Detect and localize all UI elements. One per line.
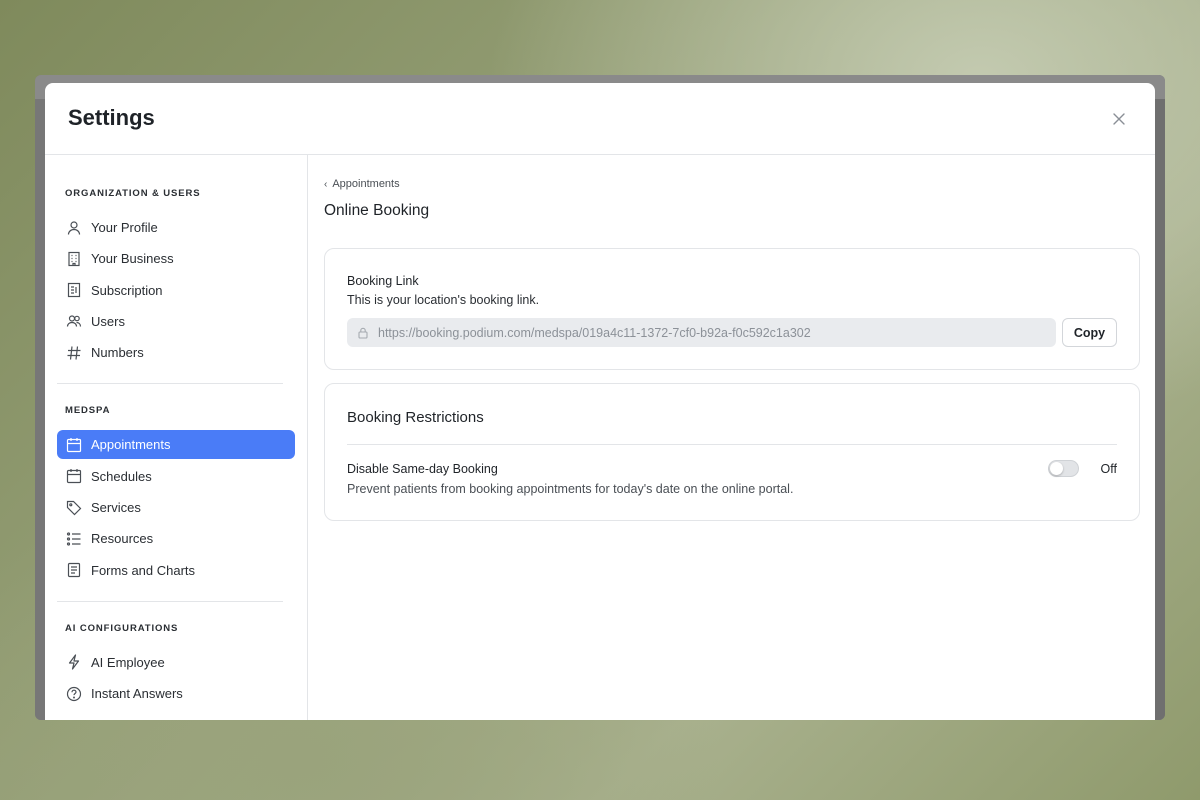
lock-icon: [357, 327, 369, 339]
sidebar-item-subscription[interactable]: Subscription: [57, 276, 295, 305]
sidebar-item-forms-and-charts[interactable]: Forms and Charts: [57, 556, 295, 585]
sidebar-item-label: Numbers: [91, 345, 144, 361]
sidebar-item-your-business[interactable]: Your Business: [57, 244, 295, 273]
list-icon: [65, 530, 83, 548]
sidebar-item-your-profile[interactable]: Your Profile: [57, 213, 295, 242]
sidebar-item-schedules[interactable]: Schedules: [57, 462, 295, 491]
sidebar-item-label: Resources: [91, 531, 154, 547]
sidebar-item-label: Your Profile: [91, 220, 158, 235]
close-icon: [1113, 113, 1125, 125]
toggle-state-label: Off: [1100, 462, 1117, 476]
sidebar-item-label: Forms and Charts: [91, 562, 196, 578]
same-day-booking-toggle[interactable]: [1048, 460, 1079, 477]
sidebar-item-label: Schedules: [91, 468, 152, 484]
booking-link-card: Booking Link This is your location's boo…: [324, 248, 1140, 370]
receipt-icon: [65, 281, 83, 299]
sidebar-section-ai: AI CONFIGURATIONS AI Employee Instant An…: [45, 602, 307, 708]
sidebar-item-label: AI Employee: [91, 654, 165, 670]
breadcrumb-label: Appointments: [332, 178, 400, 190]
sidebar-item-label: Appointments: [91, 437, 171, 453]
sidebar-section-organization: ORGANIZATION & USERS Your Profile Your B…: [45, 155, 307, 367]
booking-link-url: https://booking.podium.com/medspa/019a4c…: [378, 325, 811, 340]
sidebar-item-label: Subscription: [91, 282, 163, 298]
booking-restrictions-card: Booking Restrictions Disable Same-day Bo…: [324, 383, 1140, 521]
sidebar-item-label: Users: [91, 313, 125, 329]
building-icon: [65, 250, 83, 268]
copy-button[interactable]: Copy: [1062, 318, 1117, 347]
tag-icon: [65, 499, 83, 517]
close-button[interactable]: [1111, 111, 1127, 127]
sidebar-item-numbers[interactable]: Numbers: [57, 338, 295, 367]
booking-restrictions-title: Booking Restrictions: [347, 409, 484, 426]
sidebar-item-resources[interactable]: Resources: [57, 524, 295, 553]
sidebar-item-ai-employee[interactable]: AI Employee: [57, 648, 295, 677]
modal-title: Settings: [68, 105, 155, 130]
lightning-icon: [65, 653, 83, 671]
hash-icon: [65, 344, 83, 362]
sidebar-section-title: AI CONFIGURATIONS: [65, 622, 179, 634]
sidebar-section-title: MEDSPA: [65, 405, 111, 417]
same-day-booking-description: Prevent patients from booking appointmen…: [347, 482, 794, 496]
users-icon: [65, 312, 83, 330]
card-divider: [347, 444, 1117, 445]
page-title: Online Booking: [324, 202, 430, 219]
sidebar-item-services[interactable]: Services: [57, 493, 295, 522]
sidebar-section-medspa: MEDSPA Appointments Schedules Services R…: [45, 384, 307, 584]
settings-content: ‹ Appointments Online Booking Booking Li…: [309, 155, 1155, 720]
settings-modal: Settings ORGANIZATION & USERS Your Profi…: [45, 83, 1155, 720]
modal-header: Settings: [45, 83, 1155, 155]
user-icon: [65, 219, 83, 237]
question-circle-icon: [65, 685, 83, 703]
chevron-left-icon: ‹: [324, 178, 328, 190]
sidebar-item-users[interactable]: Users: [57, 307, 295, 336]
sidebar-item-instant-answers[interactable]: Instant Answers: [57, 679, 295, 708]
sidebar-section-title: ORGANIZATION & USERS: [65, 188, 201, 199]
calendar-icon: [65, 436, 83, 454]
breadcrumb[interactable]: ‹ Appointments: [324, 178, 400, 190]
document-icon: [65, 561, 83, 579]
sidebar-item-label: Services: [91, 500, 141, 516]
settings-sidebar: ORGANIZATION & USERS Your Profile Your B…: [45, 155, 308, 720]
sidebar-item-appointments[interactable]: Appointments: [57, 430, 295, 460]
booking-link-description: This is your location's booking link.: [347, 293, 540, 307]
booking-link-label: Booking Link: [347, 274, 419, 288]
same-day-booking-label: Disable Same-day Booking: [347, 462, 498, 476]
booking-link-field[interactable]: https://booking.podium.com/medspa/019a4c…: [347, 318, 1056, 347]
sidebar-item-label: Your Business: [91, 251, 174, 267]
toggle-knob: [1050, 462, 1063, 475]
sidebar-item-label: Instant Answers: [91, 686, 183, 702]
calendar-icon: [65, 467, 83, 485]
